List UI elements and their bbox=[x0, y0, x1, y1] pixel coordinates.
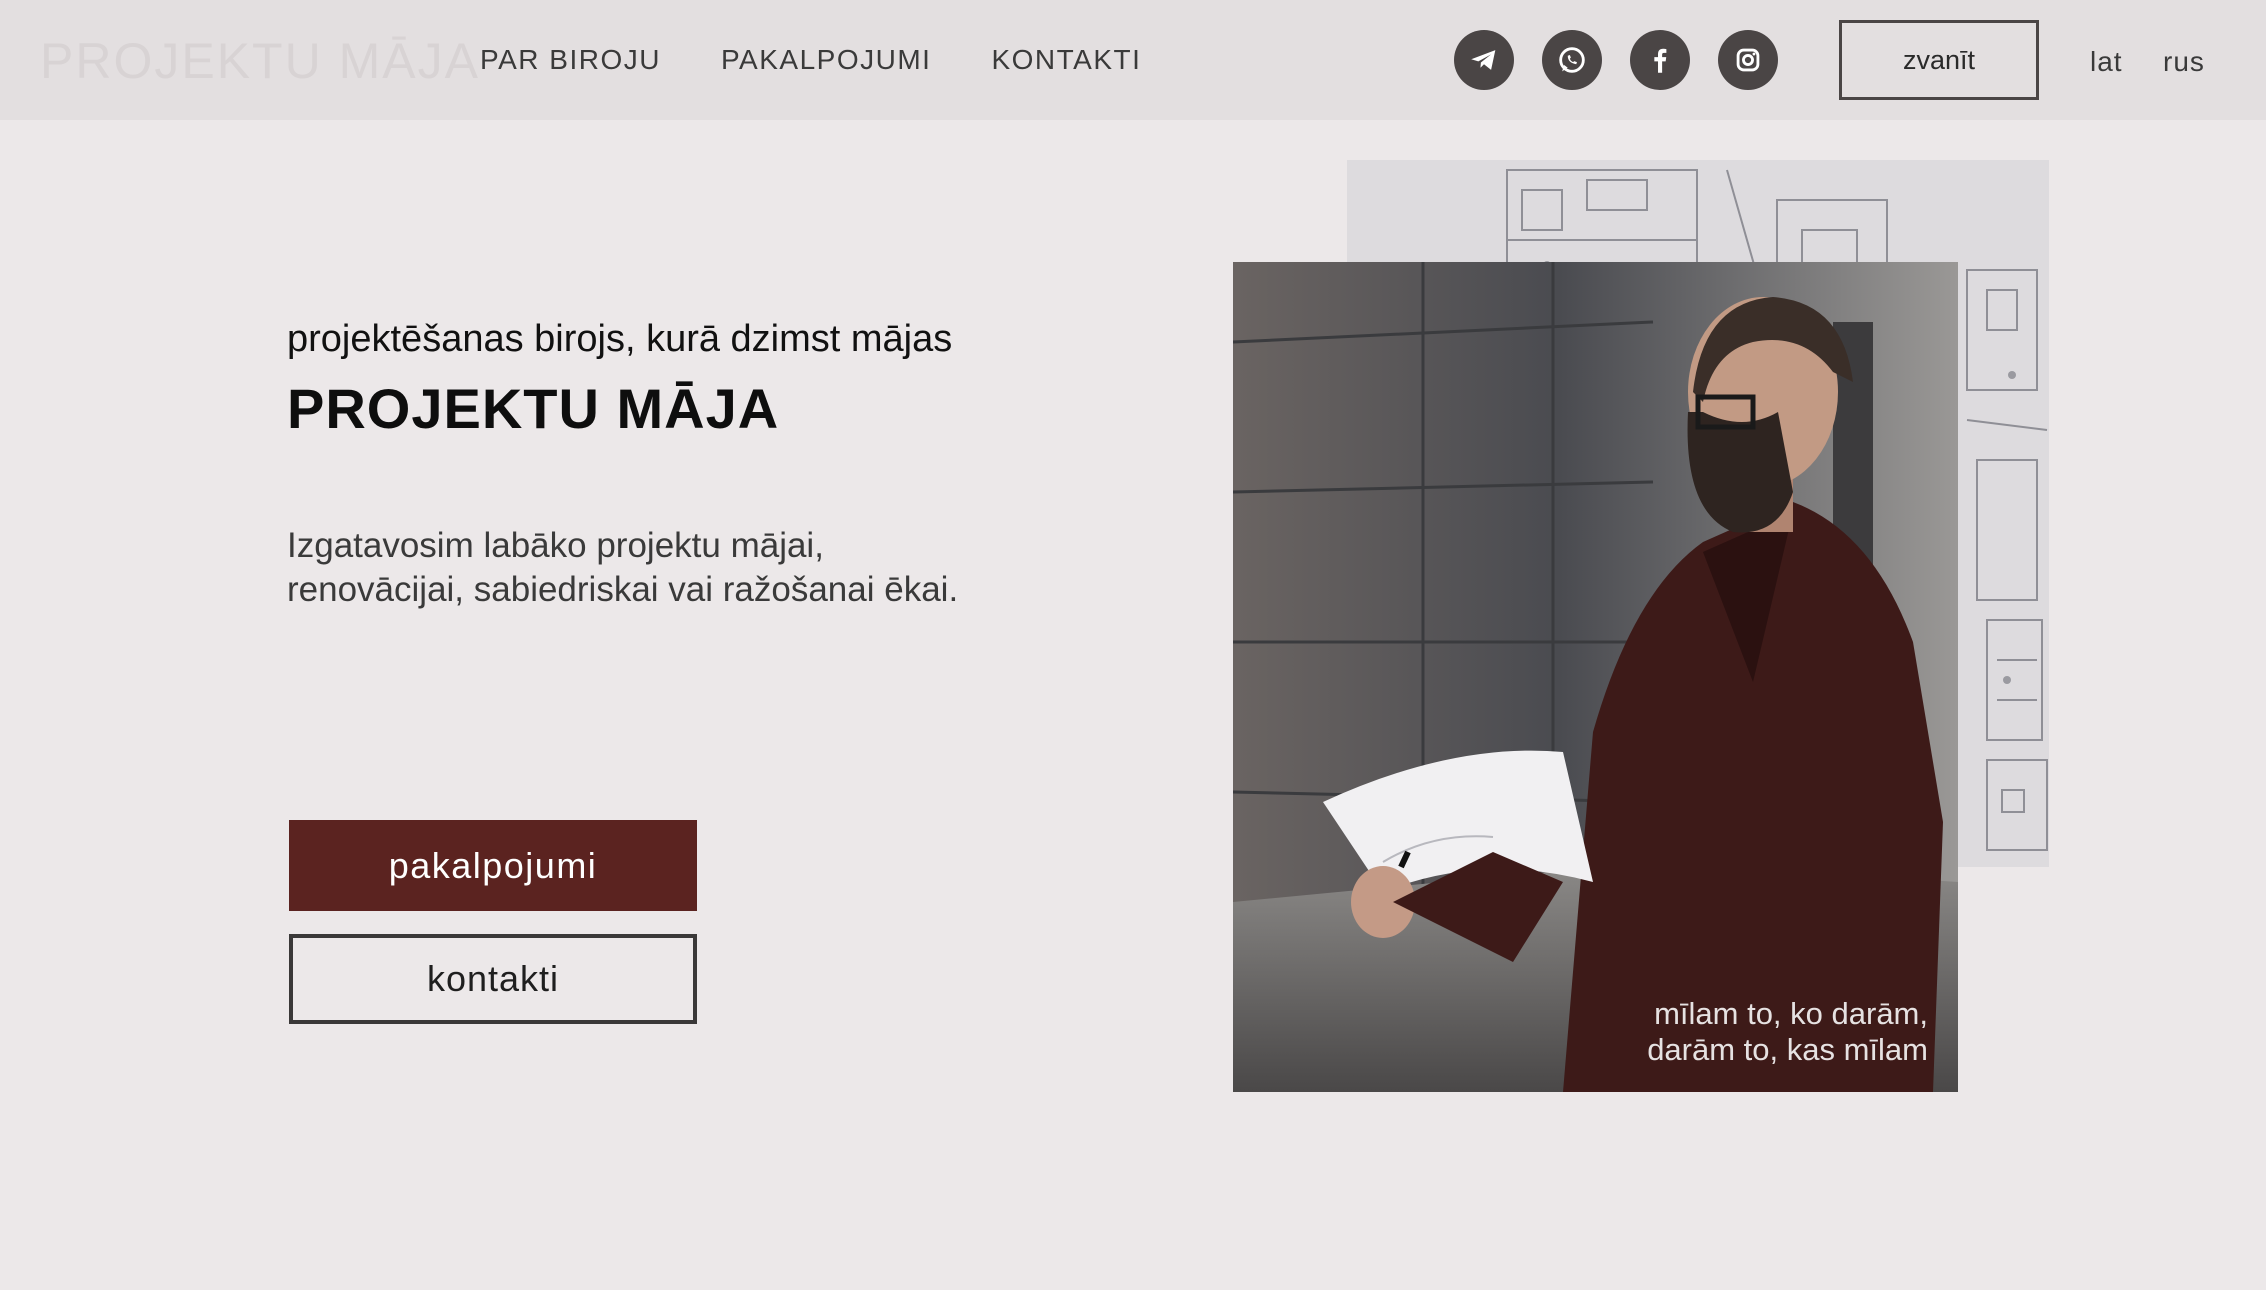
instagram-icon[interactable] bbox=[1718, 30, 1778, 90]
hero-description-line: renovācijai, sabiedriskai vai ražošanai … bbox=[287, 570, 959, 609]
call-button[interactable]: zvanīt bbox=[1839, 20, 2039, 100]
logo[interactable]: PROJEKTU MĀJA bbox=[40, 32, 480, 90]
nav-item-pakalpojumi[interactable]: PAKALPOJUMI bbox=[721, 44, 931, 76]
hero-tagline: projektēšanas birojs, kurā dzimst mājas bbox=[287, 318, 953, 360]
photo-caption: mīlam to, ko darām, darām to, kas mīlam bbox=[1647, 996, 1928, 1068]
social-links bbox=[1454, 30, 1778, 90]
language-rus[interactable]: rus bbox=[2163, 46, 2205, 78]
site-header: PROJEKTU MĀJA PAR BIROJU PAKALPOJUMI KON… bbox=[0, 0, 2266, 120]
photo-caption-line: mīlam to, ko darām, bbox=[1654, 996, 1928, 1031]
telegram-icon-glyph bbox=[1471, 50, 1496, 70]
hero-description-line: Izgatavosim labāko projektu mājai, bbox=[287, 526, 824, 565]
hero-title: PROJEKTU MĀJA bbox=[287, 377, 780, 440]
main-nav: PAR BIROJU PAKALPOJUMI KONTAKTI bbox=[480, 44, 1141, 76]
architect-photo: mīlam to, ko darām, darām to, kas mīlam bbox=[1233, 262, 1958, 1092]
page: PROJEKTU MĀJA PAR BIROJU PAKALPOJUMI KON… bbox=[0, 0, 2266, 1290]
services-button[interactable]: pakalpojumi bbox=[289, 820, 697, 911]
facebook-icon-glyph bbox=[1654, 48, 1667, 73]
whatsapp-icon-glyph bbox=[1559, 47, 1585, 73]
nav-item-par-biroju[interactable]: PAR BIROJU bbox=[480, 44, 661, 76]
language-lat[interactable]: lat bbox=[2090, 46, 2123, 78]
architect-photo-image bbox=[1233, 262, 1958, 1092]
contacts-button[interactable]: kontakti bbox=[289, 934, 697, 1024]
telegram-icon[interactable] bbox=[1454, 30, 1514, 90]
whatsapp-icon[interactable] bbox=[1542, 30, 1602, 90]
nav-item-kontakti[interactable]: KONTAKTI bbox=[991, 44, 1141, 76]
facebook-icon[interactable] bbox=[1630, 30, 1690, 90]
hero-description: Izgatavosim labāko projektu mājai, renov… bbox=[287, 524, 1047, 612]
instagram-icon-glyph bbox=[1736, 48, 1760, 72]
photo-caption-line: darām to, kas mīlam bbox=[1647, 1032, 1928, 1067]
